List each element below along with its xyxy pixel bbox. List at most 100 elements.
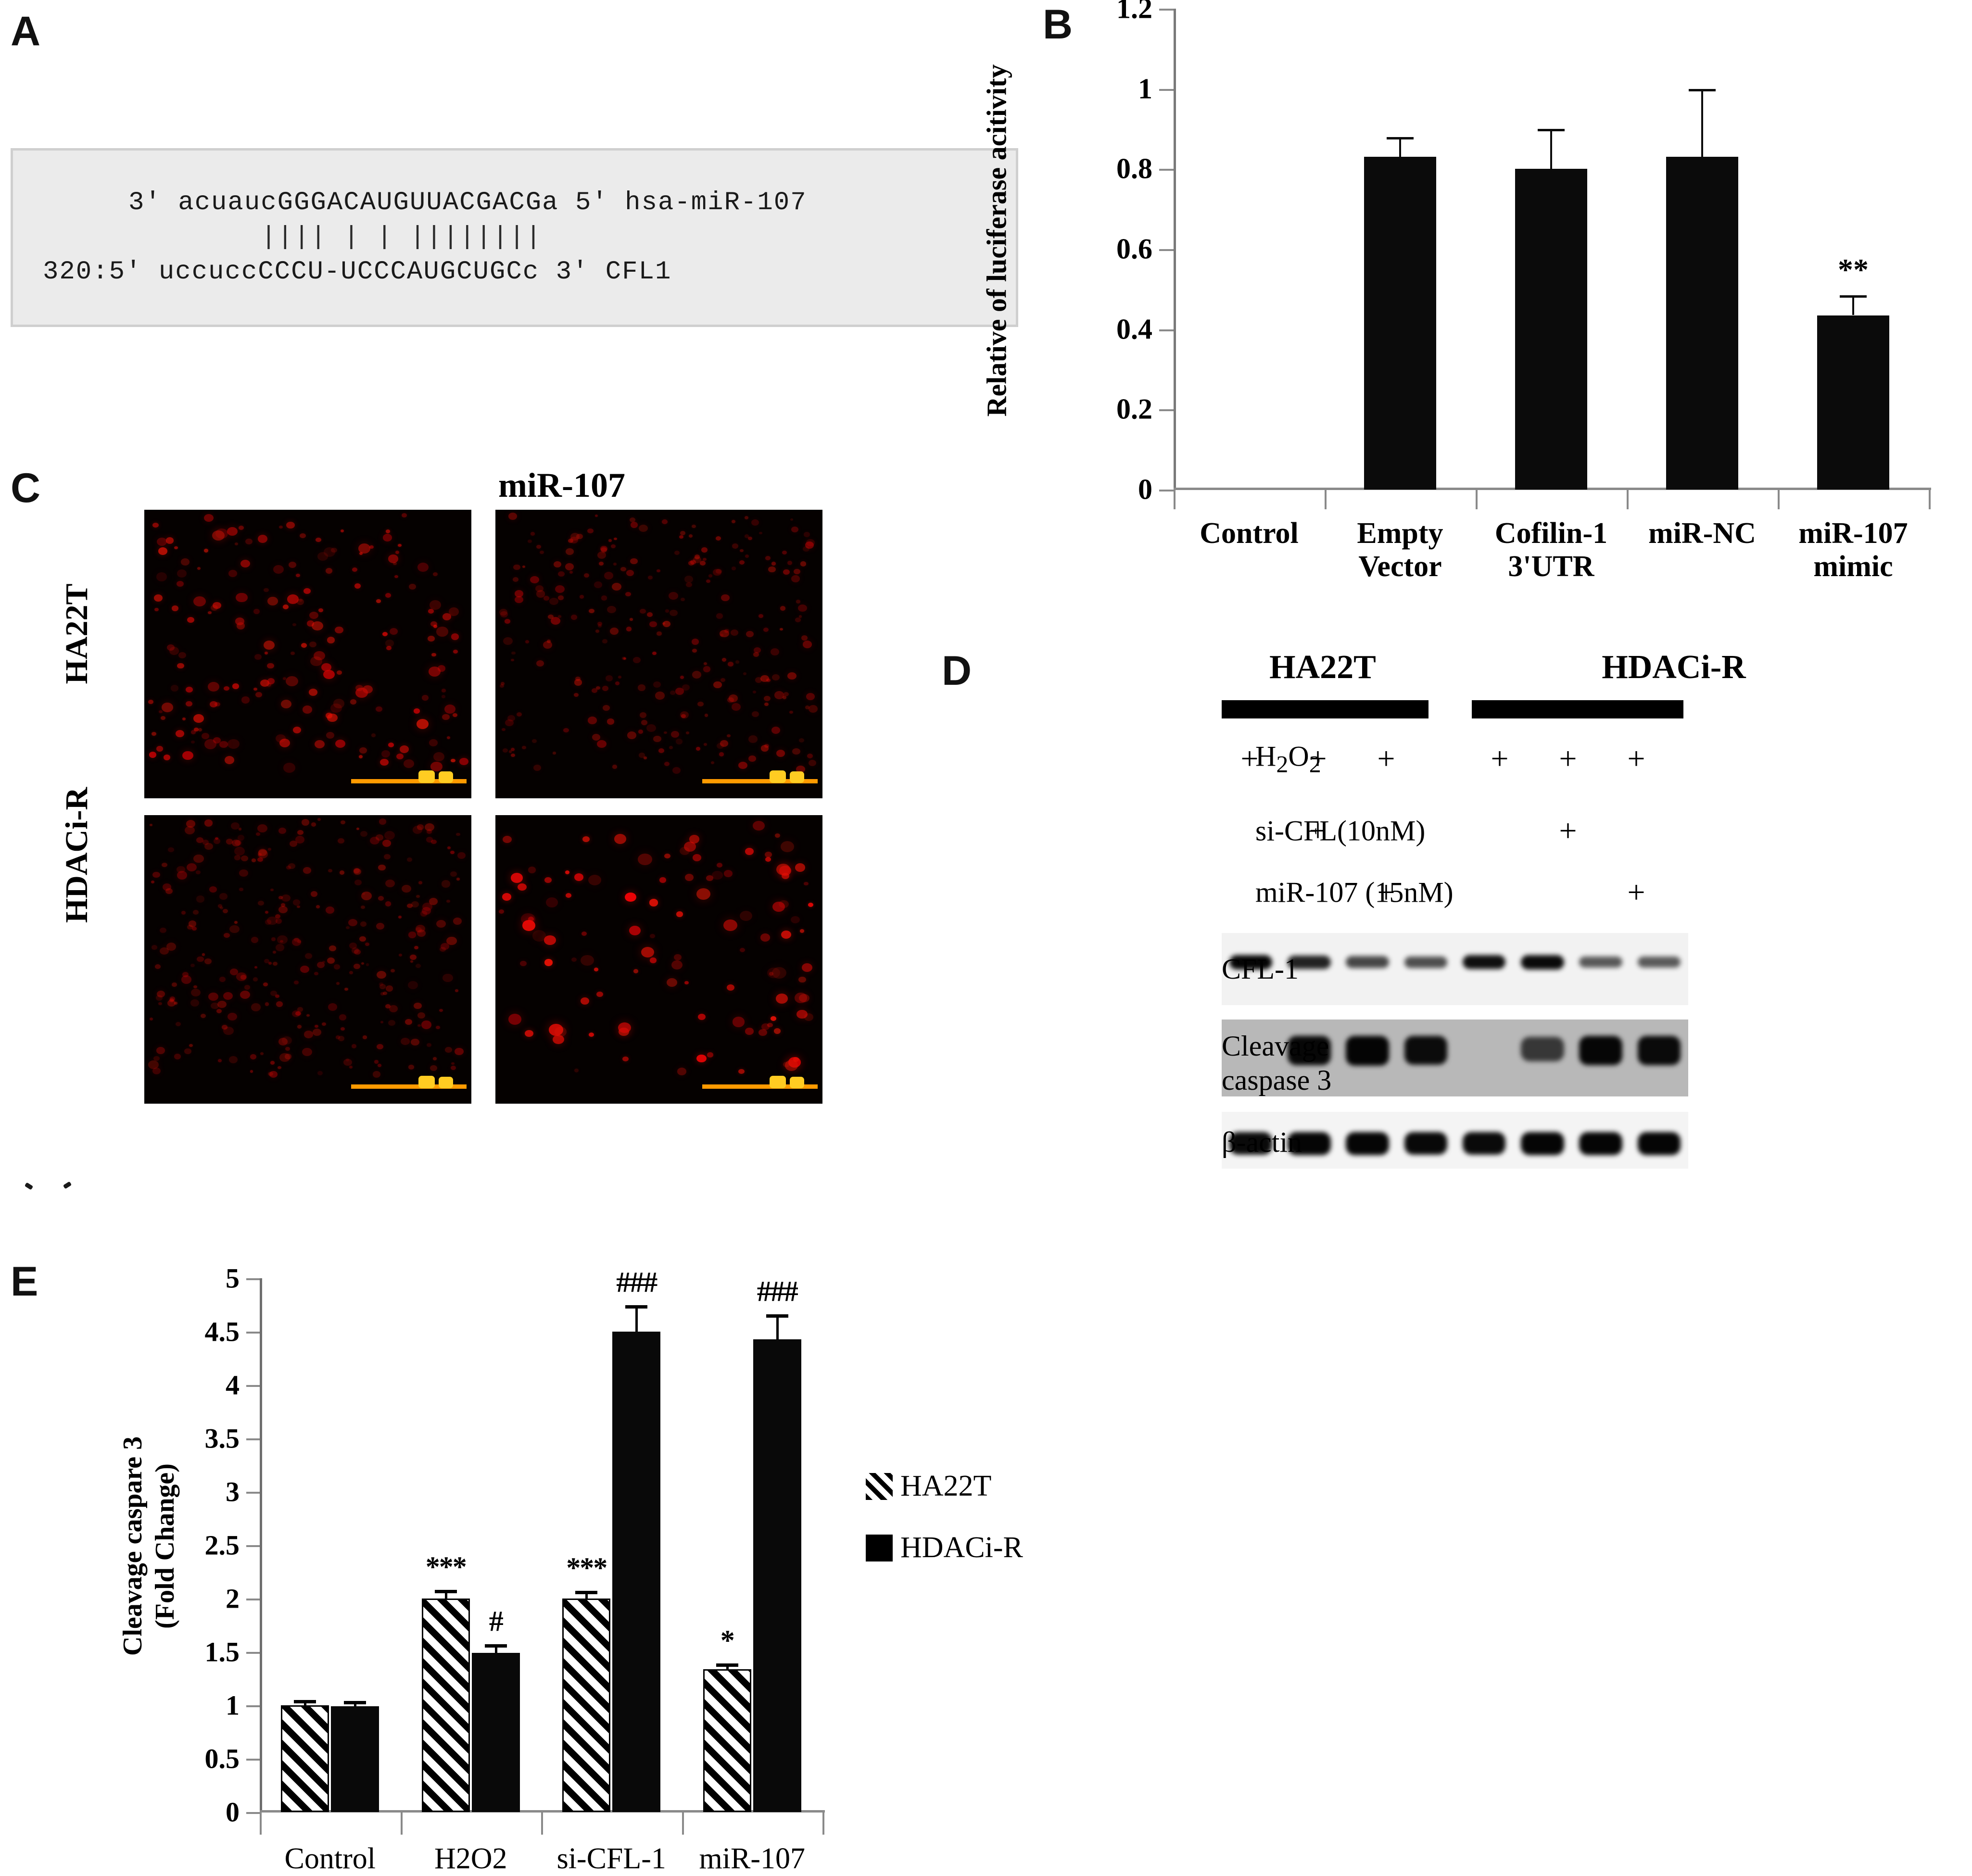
panel-e-x-tick [400, 1813, 403, 1835]
fluorescent-dot [251, 937, 258, 943]
fluorescent-dot [664, 762, 670, 767]
fluorescent-dot [764, 851, 772, 857]
fluorescent-dot [799, 929, 805, 933]
fluorescent-dot [380, 1020, 384, 1023]
fluorescent-dot [522, 566, 526, 568]
fluorescent-dot [395, 551, 400, 554]
fluorescent-dot [665, 609, 670, 613]
fluorescent-dot [184, 826, 195, 835]
y-axis-title-line: Cleavage caspare 3 [117, 1436, 148, 1656]
fluorescent-dot [385, 1004, 391, 1009]
fluorescent-dot [389, 628, 398, 635]
fluorescent-dot [372, 1070, 381, 1078]
bar [421, 1599, 470, 1812]
x-label-line: Cofilin-1 [1494, 517, 1608, 550]
fluorescent-dot [776, 994, 788, 1004]
fluorescent-dot [428, 608, 434, 614]
fluorescent-dot [385, 529, 390, 533]
panel-b-x-tick-label: miR-107 mimic [1798, 517, 1908, 584]
fluorescent-dot [582, 836, 590, 843]
fluorescent-dot [594, 581, 602, 589]
scale-bar-marker [770, 770, 786, 783]
fluorescent-dot [310, 891, 318, 897]
fluorescent-dot [618, 1022, 632, 1033]
panel-a-alignment-box: 3' acuaucGGGACAUGUUACGACGa 5' hsa-miR-10… [11, 148, 1018, 327]
fluorescent-dot [227, 527, 238, 536]
panel-e-y-tick-label: 4 [226, 1369, 240, 1401]
fluorescent-dot [149, 824, 152, 827]
fluorescent-dot [522, 745, 527, 750]
fluorescent-dot [536, 590, 545, 598]
fluorescent-dot [686, 582, 692, 588]
fluorescent-dot [629, 517, 635, 523]
legend-label: HA22T [900, 1470, 992, 1502]
fluorescent-dot [177, 569, 187, 578]
fluorescent-dot [716, 613, 723, 619]
fluorescent-dot [202, 733, 209, 739]
fluorescent-dot [760, 933, 771, 942]
bar [331, 1706, 379, 1812]
fluorescent-dot [283, 762, 296, 773]
fluorescent-dot [684, 981, 689, 985]
panel-b-x-tick-label: Cofilin-1 3'UTR [1495, 517, 1607, 584]
fluorescent-dot [570, 533, 580, 541]
fluorescent-dot [715, 536, 721, 541]
fluorescent-dot [297, 830, 303, 835]
fluorescent-dot [245, 538, 253, 544]
fluorescent-dot [745, 516, 749, 519]
fluorescent-dot [158, 547, 167, 555]
fluorescent-dot [388, 554, 399, 564]
panel-b-plot-area: 0 0.2 0.4 0.6 0.8 1 1.2 ** [1116, 0, 1929, 505]
fluorescent-dot [421, 695, 429, 701]
fluorescent-dot [457, 852, 466, 859]
significance-marker: ### [757, 1275, 798, 1308]
mirna-sequence-line: 3' acuaucGGGACAUGUUACGACGa 5' hsa-miR-10… [128, 188, 807, 217]
fluorescent-dot [361, 962, 364, 965]
fluorescent-dot [646, 724, 656, 732]
fluorescent-dot [508, 513, 518, 520]
x-label-line: Control [1200, 517, 1299, 550]
panel-e-y-tick-label: 0 [226, 1796, 240, 1828]
fluorescent-dot [525, 1030, 533, 1037]
fluorescent-dot [427, 1043, 431, 1047]
fluorescent-dot [236, 592, 248, 603]
fluorescent-dot [407, 857, 412, 862]
fluorescent-dot [176, 580, 184, 587]
fluorescent-dot [796, 600, 800, 604]
fluorescent-dot [416, 719, 429, 729]
fluorescent-dot [196, 895, 205, 903]
fluorescent-dot [589, 608, 594, 614]
fluorescent-dot [653, 681, 661, 688]
fluorescent-dot [326, 731, 335, 739]
fluorescent-dot [297, 1024, 302, 1029]
fluorescent-dot [278, 906, 288, 914]
fluorescent-dot [149, 1017, 153, 1020]
protein-band [1462, 955, 1506, 969]
fluorescent-dot [612, 764, 618, 769]
fluorescent-dot [745, 554, 749, 558]
fluorescent-dot [272, 951, 276, 954]
panel-e-y-tick-label: 2 [226, 1583, 240, 1614]
protein-band [1346, 1132, 1389, 1155]
fluorescent-dot [163, 754, 171, 760]
y-axis-title-line: (Fold Change) [150, 1463, 180, 1629]
fluorescent-dot [159, 947, 169, 955]
fluorescent-dot [533, 764, 541, 771]
fluorescent-dot [746, 631, 754, 638]
panel-e-y-tick-label: 2.5 [204, 1529, 240, 1561]
fluorescent-dot [539, 550, 544, 554]
x-label-line: miR-NC [1648, 517, 1756, 550]
fluorescent-dot [753, 820, 765, 831]
fluorescent-dot [573, 692, 579, 697]
fluorescent-dot [607, 605, 616, 613]
fluorescent-dot [801, 635, 808, 641]
panel-b-x-tick-label: Control [1200, 517, 1299, 550]
fluorescent-dot [186, 863, 197, 872]
fluorescent-dot [776, 750, 785, 757]
base-pairing-line: |||| | | |||||||| [128, 223, 543, 252]
fluorescent-dot [229, 1056, 238, 1063]
fluorescent-dot [408, 1065, 414, 1070]
panel-b-x-tick [1627, 490, 1629, 509]
bar [1666, 157, 1738, 490]
fluorescent-dot [352, 947, 359, 954]
